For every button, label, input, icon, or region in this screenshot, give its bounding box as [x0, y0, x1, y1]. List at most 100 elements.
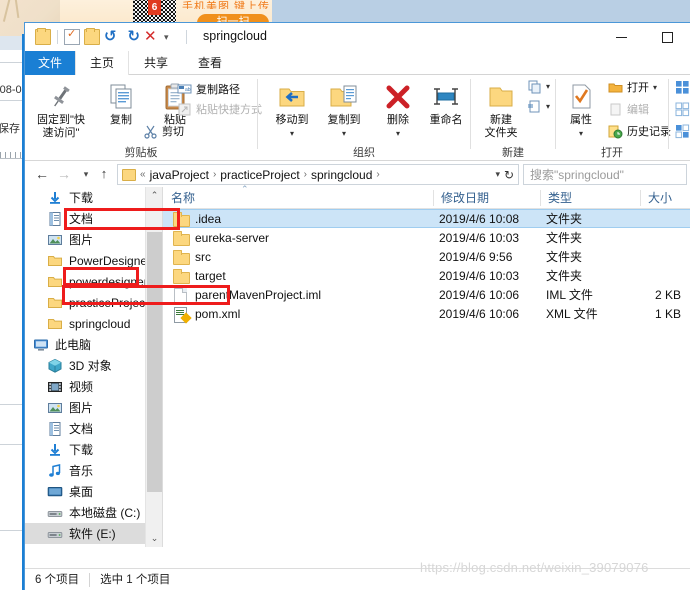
sidebar-item[interactable]: practiceProject [25, 292, 162, 313]
sidebar-item[interactable]: 3D 对象 [25, 355, 162, 376]
table-row[interactable]: .idea 2019/4/6 10:08 文件夹 [163, 209, 690, 228]
background-ruler [0, 148, 24, 158]
new-folder-icon[interactable] [84, 28, 100, 45]
chevron-down-icon[interactable]: ▾ [164, 29, 180, 45]
folder-icon[interactable] [35, 28, 51, 45]
properties-icon[interactable] [64, 27, 80, 45]
file-name-label: eureka-server [195, 230, 270, 245]
background-divider-b [0, 100, 24, 101]
invert-selection-item[interactable]: 反向选择 [675, 123, 690, 139]
sidebar-item[interactable]: 文档✐ [25, 208, 162, 229]
scrollbar-thumb[interactable] [147, 232, 162, 492]
forward-button[interactable]: → [55, 165, 73, 183]
column-header-type[interactable]: 类型 [540, 187, 640, 209]
select-none-item[interactable]: 全部取消 [675, 101, 690, 117]
table-row[interactable]: src 2019/4/6 9:56 文件夹 [163, 247, 690, 266]
file-date-cell: 2019/4/6 10:03 [439, 268, 520, 283]
open-item[interactable]: 打开 ▾ [608, 79, 657, 95]
undo-icon[interactable]: ↺ [104, 29, 120, 45]
search-box[interactable]: 搜索"springcloud" [523, 164, 687, 185]
recent-locations-button[interactable]: ▾ [77, 165, 95, 183]
column-header-name[interactable]: 名称 [163, 187, 439, 209]
sidebar-item[interactable]: 图片✐ [25, 229, 162, 250]
copy-to-label: 复制到 [327, 114, 361, 126]
new-folder-big-icon [485, 81, 517, 113]
address-bar[interactable]: « javaProject › practiceProject › spring… [117, 164, 519, 185]
sidebar-item[interactable]: 下载 [25, 439, 162, 460]
cut-item[interactable]: 剪切 [143, 123, 184, 139]
table-row[interactable]: eureka-server 2019/4/6 10:03 文件夹 [163, 228, 690, 247]
sidebar-item-label: powerdesigner [69, 274, 148, 289]
copy-button[interactable]: 复制 [93, 79, 149, 127]
ribbon-group-clipboard: 固定到"快 速访问" 复制 粘贴 ab 复制路径 粘贴快捷方式 剪切 剪贴板 [25, 75, 262, 161]
rename-button[interactable]: 重命名 [418, 79, 474, 127]
cut-icon [143, 124, 158, 139]
minimize-button[interactable] [598, 23, 644, 51]
breadcrumb-item-0[interactable]: javaProject [150, 168, 209, 182]
open-icon [608, 80, 623, 95]
tab-home[interactable]: 主页 [75, 51, 129, 75]
ribbon-group-new: 新建 文件夹 ▾ ▾ 新建 [471, 75, 555, 161]
sidebar-item[interactable]: PowerDesigner [25, 250, 162, 271]
redo-icon[interactable]: ↺ [124, 28, 140, 45]
sidebar-item[interactable]: 文档 [25, 418, 162, 439]
file-name-label: src [195, 249, 211, 264]
select-all-item[interactable]: 全部选择 [675, 79, 690, 95]
tab-view[interactable]: 查看 [183, 51, 237, 75]
tab-file[interactable]: 文件 [25, 51, 75, 75]
group-label-new: 新建 [502, 147, 524, 159]
table-row[interactable]: pom.xml 2019/4/6 10:06 XML 文件 1 KB [163, 304, 690, 324]
file-name-cell: parentMavenProject.iml [173, 287, 322, 304]
file-name-label: parentMavenProject.iml [195, 287, 322, 302]
pin-icon [45, 81, 77, 113]
move-to-button[interactable]: 移动到 ▾ [264, 79, 320, 140]
copy-path-item[interactable]: ab 复制路径 [177, 81, 240, 97]
file-type-cell: XML 文件 [546, 307, 598, 321]
sidebar-item[interactable]: springcloud [25, 313, 162, 334]
scroll-up-icon[interactable]: ⌃ [146, 187, 163, 204]
sidebar-item[interactable]: 桌面 [25, 481, 162, 502]
scroll-down-icon[interactable]: ⌄ [146, 530, 163, 547]
table-row[interactable]: target 2019/4/6 10:03 文件夹 [163, 266, 690, 285]
sidebar-item[interactable]: 视频 [25, 376, 162, 397]
pin-to-quick-access-button[interactable]: 固定到"快 速访问" [33, 79, 89, 140]
history-item[interactable]: 历史记录 [608, 123, 671, 139]
folder-icon [173, 249, 190, 265]
new-item-menu[interactable]: ▾ [527, 79, 550, 94]
window-controls [598, 23, 690, 51]
delete-icon[interactable]: ✕ [144, 29, 160, 45]
rename-label: 重命名 [429, 114, 463, 126]
column-header-date[interactable]: 修改日期 [433, 187, 540, 209]
breadcrumb-item-2[interactable]: springcloud [311, 168, 372, 182]
sidebar-item[interactable]: 音乐 [25, 460, 162, 481]
navigation-scrollbar[interactable]: ⌃ ⌄ [145, 187, 162, 547]
sidebar-item[interactable]: powerdesigner [25, 271, 162, 292]
breadcrumb-item-1[interactable]: practiceProject [220, 168, 299, 182]
copy-to-button[interactable]: 复制到 ▾ [316, 79, 372, 140]
sidebar-item-label: 此电脑 [55, 338, 92, 352]
file-date-cell: 2019/4/6 10:06 [439, 287, 520, 302]
tab-share[interactable]: 共享 [129, 51, 183, 75]
properties-button[interactable]: 属性 ▾ [556, 79, 606, 140]
file-name-cell: .idea [173, 211, 221, 227]
maximize-button[interactable] [644, 23, 690, 51]
paste-shortcut-icon [177, 102, 192, 117]
new-folder-button[interactable]: 新建 文件夹 [473, 79, 529, 140]
sidebar-item[interactable]: 此电脑 [25, 334, 162, 355]
delete-x-icon [382, 81, 414, 113]
edit-item: 编辑 [608, 101, 649, 117]
back-button[interactable]: ← [33, 165, 51, 183]
up-button[interactable]: ↑ [95, 165, 113, 183]
column-header-size[interactable]: 大小 [640, 187, 690, 209]
background-divider-1 [0, 404, 22, 405]
easy-access-menu[interactable]: ▾ [527, 99, 550, 114]
download-icon [47, 442, 63, 458]
navigation-pane: 下载✐文档✐图片✐ PowerDesigner powerdesigner pract… [25, 187, 163, 547]
address-dropdown-icon[interactable]: ▾ [495, 169, 500, 180]
sidebar-item[interactable]: 下载✐ [25, 187, 162, 208]
sidebar-item[interactable]: 图片 [25, 397, 162, 418]
sidebar-item[interactable]: 软件 (E:) [25, 523, 162, 544]
refresh-icon[interactable]: ↻ [504, 168, 514, 182]
table-row[interactable]: parentMavenProject.iml 2019/4/6 10:06 IML … [163, 285, 690, 304]
sidebar-item[interactable]: 本地磁盘 (C:) [25, 502, 162, 523]
